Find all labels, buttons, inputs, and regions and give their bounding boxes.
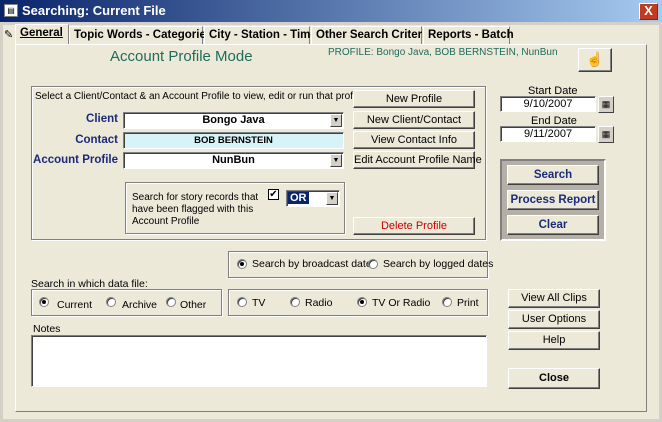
contact-field[interactable]: BOB BERNSTEIN xyxy=(123,132,344,149)
tab-other-search-criteria[interactable]: Other Search Criteria xyxy=(311,26,432,44)
process-report-button[interactable]: Process Report xyxy=(507,190,599,210)
flag-checkbox[interactable]: ✔ xyxy=(268,189,279,200)
view-contact-info-button[interactable]: View Contact Info xyxy=(353,131,475,149)
new-client-contact-button[interactable]: New Client/Contact xyxy=(353,111,475,129)
data-file-other-radio[interactable] xyxy=(166,297,176,307)
page-title: Account Profile Mode xyxy=(110,48,253,65)
profile-summary: PROFILE: Bongo Java, BOB BERNSTEIN, NunB… xyxy=(328,47,558,58)
close-button[interactable]: Close xyxy=(508,368,600,389)
flag-operator-select[interactable]: OR ▼ xyxy=(286,190,340,207)
start-date-input[interactable]: 9/10/2007 xyxy=(500,96,596,112)
clear-button[interactable]: Clear xyxy=(507,215,599,235)
flag-operator-value: OR xyxy=(288,192,309,204)
window-title: Searching: Current File xyxy=(22,3,166,18)
user-options-button[interactable]: User Options xyxy=(508,310,600,329)
profile-instructions: Select a Client/Contact & an Account Pro… xyxy=(35,91,363,102)
delete-profile-button[interactable]: Delete Profile xyxy=(353,217,475,235)
edit-account-profile-name-button[interactable]: Edit Account Profile Name xyxy=(353,151,482,169)
notes-textarea[interactable] xyxy=(31,335,487,387)
hand-pointer-icon: ☝ xyxy=(586,51,604,67)
calendar-icon[interactable]: ▦ xyxy=(598,126,614,143)
calendar-icon[interactable]: ▦ xyxy=(598,96,614,113)
broadcast-dates-label: Search by broadcast dates xyxy=(252,258,377,270)
search-button[interactable]: Search xyxy=(507,165,599,185)
data-file-archive-label: Archive xyxy=(122,299,158,311)
tab-reports-batch[interactable]: Reports - Batch xyxy=(423,26,514,44)
notes-label: Notes xyxy=(33,323,61,335)
tab-city-station-time[interactable]: City - Station - Time xyxy=(204,26,317,44)
account-profile-select[interactable]: NunBun ▼ xyxy=(123,152,344,169)
account-profile-label: Account Profile xyxy=(33,154,118,166)
media-tv-or-radio-label: TV Or Radio xyxy=(372,297,431,309)
media-print-label: Print xyxy=(457,297,479,309)
help-button[interactable]: Help xyxy=(508,331,600,350)
media-tv-label: TV xyxy=(252,297,266,309)
contact-label: Contact xyxy=(75,134,118,146)
form-icon: ▤ xyxy=(4,4,18,17)
flag-description: Search for story records that have been … xyxy=(132,192,259,227)
data-file-current-label: Current xyxy=(57,299,93,311)
media-tv-or-radio-radio[interactable] xyxy=(357,297,367,307)
tab-topic-words[interactable]: Topic Words - Categories xyxy=(69,26,212,44)
chevron-down-icon[interactable]: ▼ xyxy=(330,154,342,167)
client-value: Bongo Java xyxy=(202,114,265,126)
data-file-current-radio[interactable] xyxy=(39,297,49,307)
logged-dates-label: Search by logged dates xyxy=(383,258,494,270)
media-radio-label: Radio xyxy=(305,297,333,309)
new-profile-button[interactable]: New Profile xyxy=(353,90,475,108)
tab-general[interactable]: General xyxy=(15,24,69,45)
chevron-down-icon[interactable]: ▼ xyxy=(330,114,342,127)
client-label: Client xyxy=(86,113,118,125)
data-file-archive-radio[interactable] xyxy=(106,297,116,307)
end-date-input[interactable]: 9/11/2007 xyxy=(500,126,596,142)
broadcast-dates-radio[interactable] xyxy=(237,259,247,269)
chevron-down-icon[interactable]: ▼ xyxy=(326,192,338,205)
client-select[interactable]: Bongo Java ▼ xyxy=(123,112,344,129)
data-file-other-label: Other xyxy=(180,299,207,311)
logged-dates-radio[interactable] xyxy=(368,259,378,269)
media-print-radio[interactable] xyxy=(442,297,452,307)
account-profile-value: NunBun xyxy=(212,154,255,166)
media-radio-radio[interactable] xyxy=(290,297,300,307)
pencil-icon: ✎ xyxy=(4,29,14,41)
window-close-button[interactable]: X xyxy=(639,3,658,20)
media-tv-radio[interactable] xyxy=(237,297,247,307)
view-all-clips-button[interactable]: View All Clips xyxy=(508,289,600,308)
hand-pointer-button[interactable]: ☝ xyxy=(578,48,612,72)
